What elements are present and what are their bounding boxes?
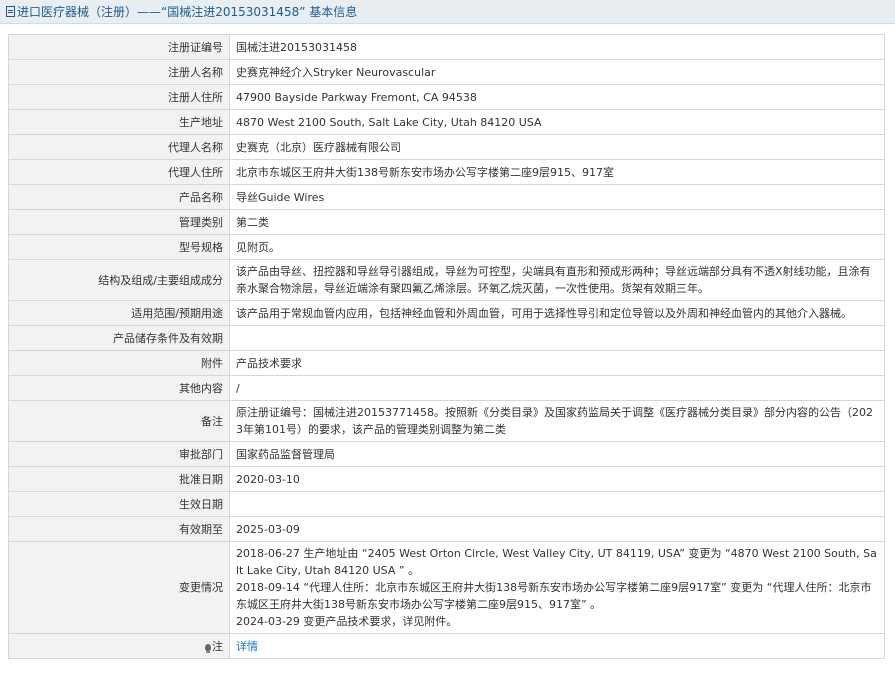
row-value: / xyxy=(229,375,885,401)
change-history-value: 2018-06-27 生产地址由 “2405 West Orton Circle… xyxy=(229,541,885,634)
row-label: 备注 xyxy=(8,400,230,442)
change-entry: 2024-03-29 变更产品技术要求，详见附件。 xyxy=(236,615,458,628)
document-icon xyxy=(6,6,15,17)
change-entry: 2018-09-14 “代理人住所：北京市东城区王府井大街138号新东安市场办公… xyxy=(236,581,872,611)
row-value: 见附页。 xyxy=(229,234,885,260)
row-value: 产品技术要求 xyxy=(229,350,885,376)
table-row: 备注 原注册证编号：国械注进20153771458。按照新《分类目录》及国家药监局… xyxy=(8,400,885,442)
note-value: 详情 xyxy=(229,633,885,659)
row-label: 代理人住所 xyxy=(8,159,230,185)
row-label: 结构及组成/主要组成成分 xyxy=(8,259,230,301)
row-value: 2020-03-10 xyxy=(229,466,885,492)
row-label: 代理人名称 xyxy=(8,134,230,160)
row-label: 产品名称 xyxy=(8,184,230,210)
lightbulb-icon xyxy=(205,643,211,653)
table-row: 产品储存条件及有效期 xyxy=(8,325,885,351)
row-label: 型号规格 xyxy=(8,234,230,260)
table-row: 其他内容 / xyxy=(8,375,885,401)
row-label: 注册人名称 xyxy=(8,59,230,85)
table-row: 注册人名称 史赛克神经介入Stryker Neurovascular xyxy=(8,59,885,85)
row-label: 附件 xyxy=(8,350,230,376)
header-prefix: 进口医疗器械（注册） xyxy=(17,5,138,19)
row-label: 注册人住所 xyxy=(8,84,230,110)
note-row: 注 详情 xyxy=(8,633,885,659)
table-row: 代理人住所 北京市东城区王府井大街138号新东安市场办公写字楼第二座9层915、9… xyxy=(8,159,885,185)
change-history-label: 变更情况 xyxy=(8,541,230,634)
table-row: 注册证编号 国械注进20153031458 xyxy=(8,34,885,60)
header-separator: —— xyxy=(137,4,162,19)
row-label: 有效期至 xyxy=(8,516,230,542)
row-value: 该产品用于常规血管内应用，包括神经血管和外周血管，可用于选择性导引和定位导管以及… xyxy=(229,300,885,326)
table-row: 代理人名称 史赛克（北京）医疗器械有限公司 xyxy=(8,134,885,160)
table-row: 结构及组成/主要组成成分 该产品由导丝、扭控器和导丝导引器组成，导丝为可控型，尖端… xyxy=(8,259,885,301)
table-row: 型号规格 见附页。 xyxy=(8,234,885,260)
table-row: 适用范围/预期用途 该产品用于常规血管内应用，包括神经血管和外周血管，可用于选择性… xyxy=(8,300,885,326)
row-value: 北京市东城区王府井大街138号新东安市场办公写字楼第二座9层915、917室 xyxy=(229,159,885,185)
row-value: 国械注进20153031458 xyxy=(229,34,885,60)
row-value: 原注册证编号：国械注进20153771458。按照新《分类目录》及国家药监局关于… xyxy=(229,400,885,442)
page-header: 进口医疗器械（注册） —— “国械注进20153031458” 基本信息 xyxy=(0,0,895,24)
table-row: 生产地址 4870 West 2100 South, Salt Lake City… xyxy=(8,109,885,135)
row-value: 史赛克（北京）医疗器械有限公司 xyxy=(229,134,885,160)
change-history-row: 变更情况 2018-06-27 生产地址由 “2405 West Orton C… xyxy=(8,541,885,634)
row-label: 产品储存条件及有效期 xyxy=(8,325,230,351)
note-label-cell: 注 xyxy=(8,633,230,659)
table-row: 有效期至 2025-03-09 xyxy=(8,516,885,542)
row-value xyxy=(229,325,885,351)
detail-table: 注册证编号 国械注进20153031458 注册人名称 史赛克神经介入Stryker… xyxy=(8,34,885,659)
details-link[interactable]: 详情 xyxy=(236,640,258,653)
row-value: 国家药品监督管理局 xyxy=(229,441,885,467)
row-label: 管理类别 xyxy=(8,209,230,235)
row-value: 47900 Bayside Parkway Fremont, CA 94538 xyxy=(229,84,885,110)
table-row: 审批部门 国家药品监督管理局 xyxy=(8,441,885,467)
table-row: 附件 产品技术要求 xyxy=(8,350,885,376)
row-label: 审批部门 xyxy=(8,441,230,467)
row-value xyxy=(229,491,885,517)
table-row: 管理类别 第二类 xyxy=(8,209,885,235)
row-value: 2025-03-09 xyxy=(229,516,885,542)
table-row: 批准日期 2020-03-10 xyxy=(8,466,885,492)
table-row: 注册人住所 47900 Bayside Parkway Fremont, CA 9… xyxy=(8,84,885,110)
table-row: 生效日期 xyxy=(8,491,885,517)
row-value: 4870 West 2100 South, Salt Lake City, Ut… xyxy=(229,109,885,135)
row-label: 批准日期 xyxy=(8,466,230,492)
row-label: 适用范围/预期用途 xyxy=(8,300,230,326)
table-row: 产品名称 导丝Guide Wires xyxy=(8,184,885,210)
row-label: 注册证编号 xyxy=(8,34,230,60)
note-label: 注 xyxy=(212,639,223,653)
row-label: 生产地址 xyxy=(8,109,230,135)
row-label: 生效日期 xyxy=(8,491,230,517)
row-value: 导丝Guide Wires xyxy=(229,184,885,210)
change-entry: 2018-06-27 生产地址由 “2405 West Orton Circle… xyxy=(236,547,877,577)
row-value: 该产品由导丝、扭控器和导丝导引器组成，导丝为可控型，尖端具有直形和预成形两种；导… xyxy=(229,259,885,301)
row-label: 其他内容 xyxy=(8,375,230,401)
header-title: “国械注进20153031458” 基本信息 xyxy=(161,5,358,19)
row-value: 第二类 xyxy=(229,209,885,235)
row-value: 史赛克神经介入Stryker Neurovascular xyxy=(229,59,885,85)
